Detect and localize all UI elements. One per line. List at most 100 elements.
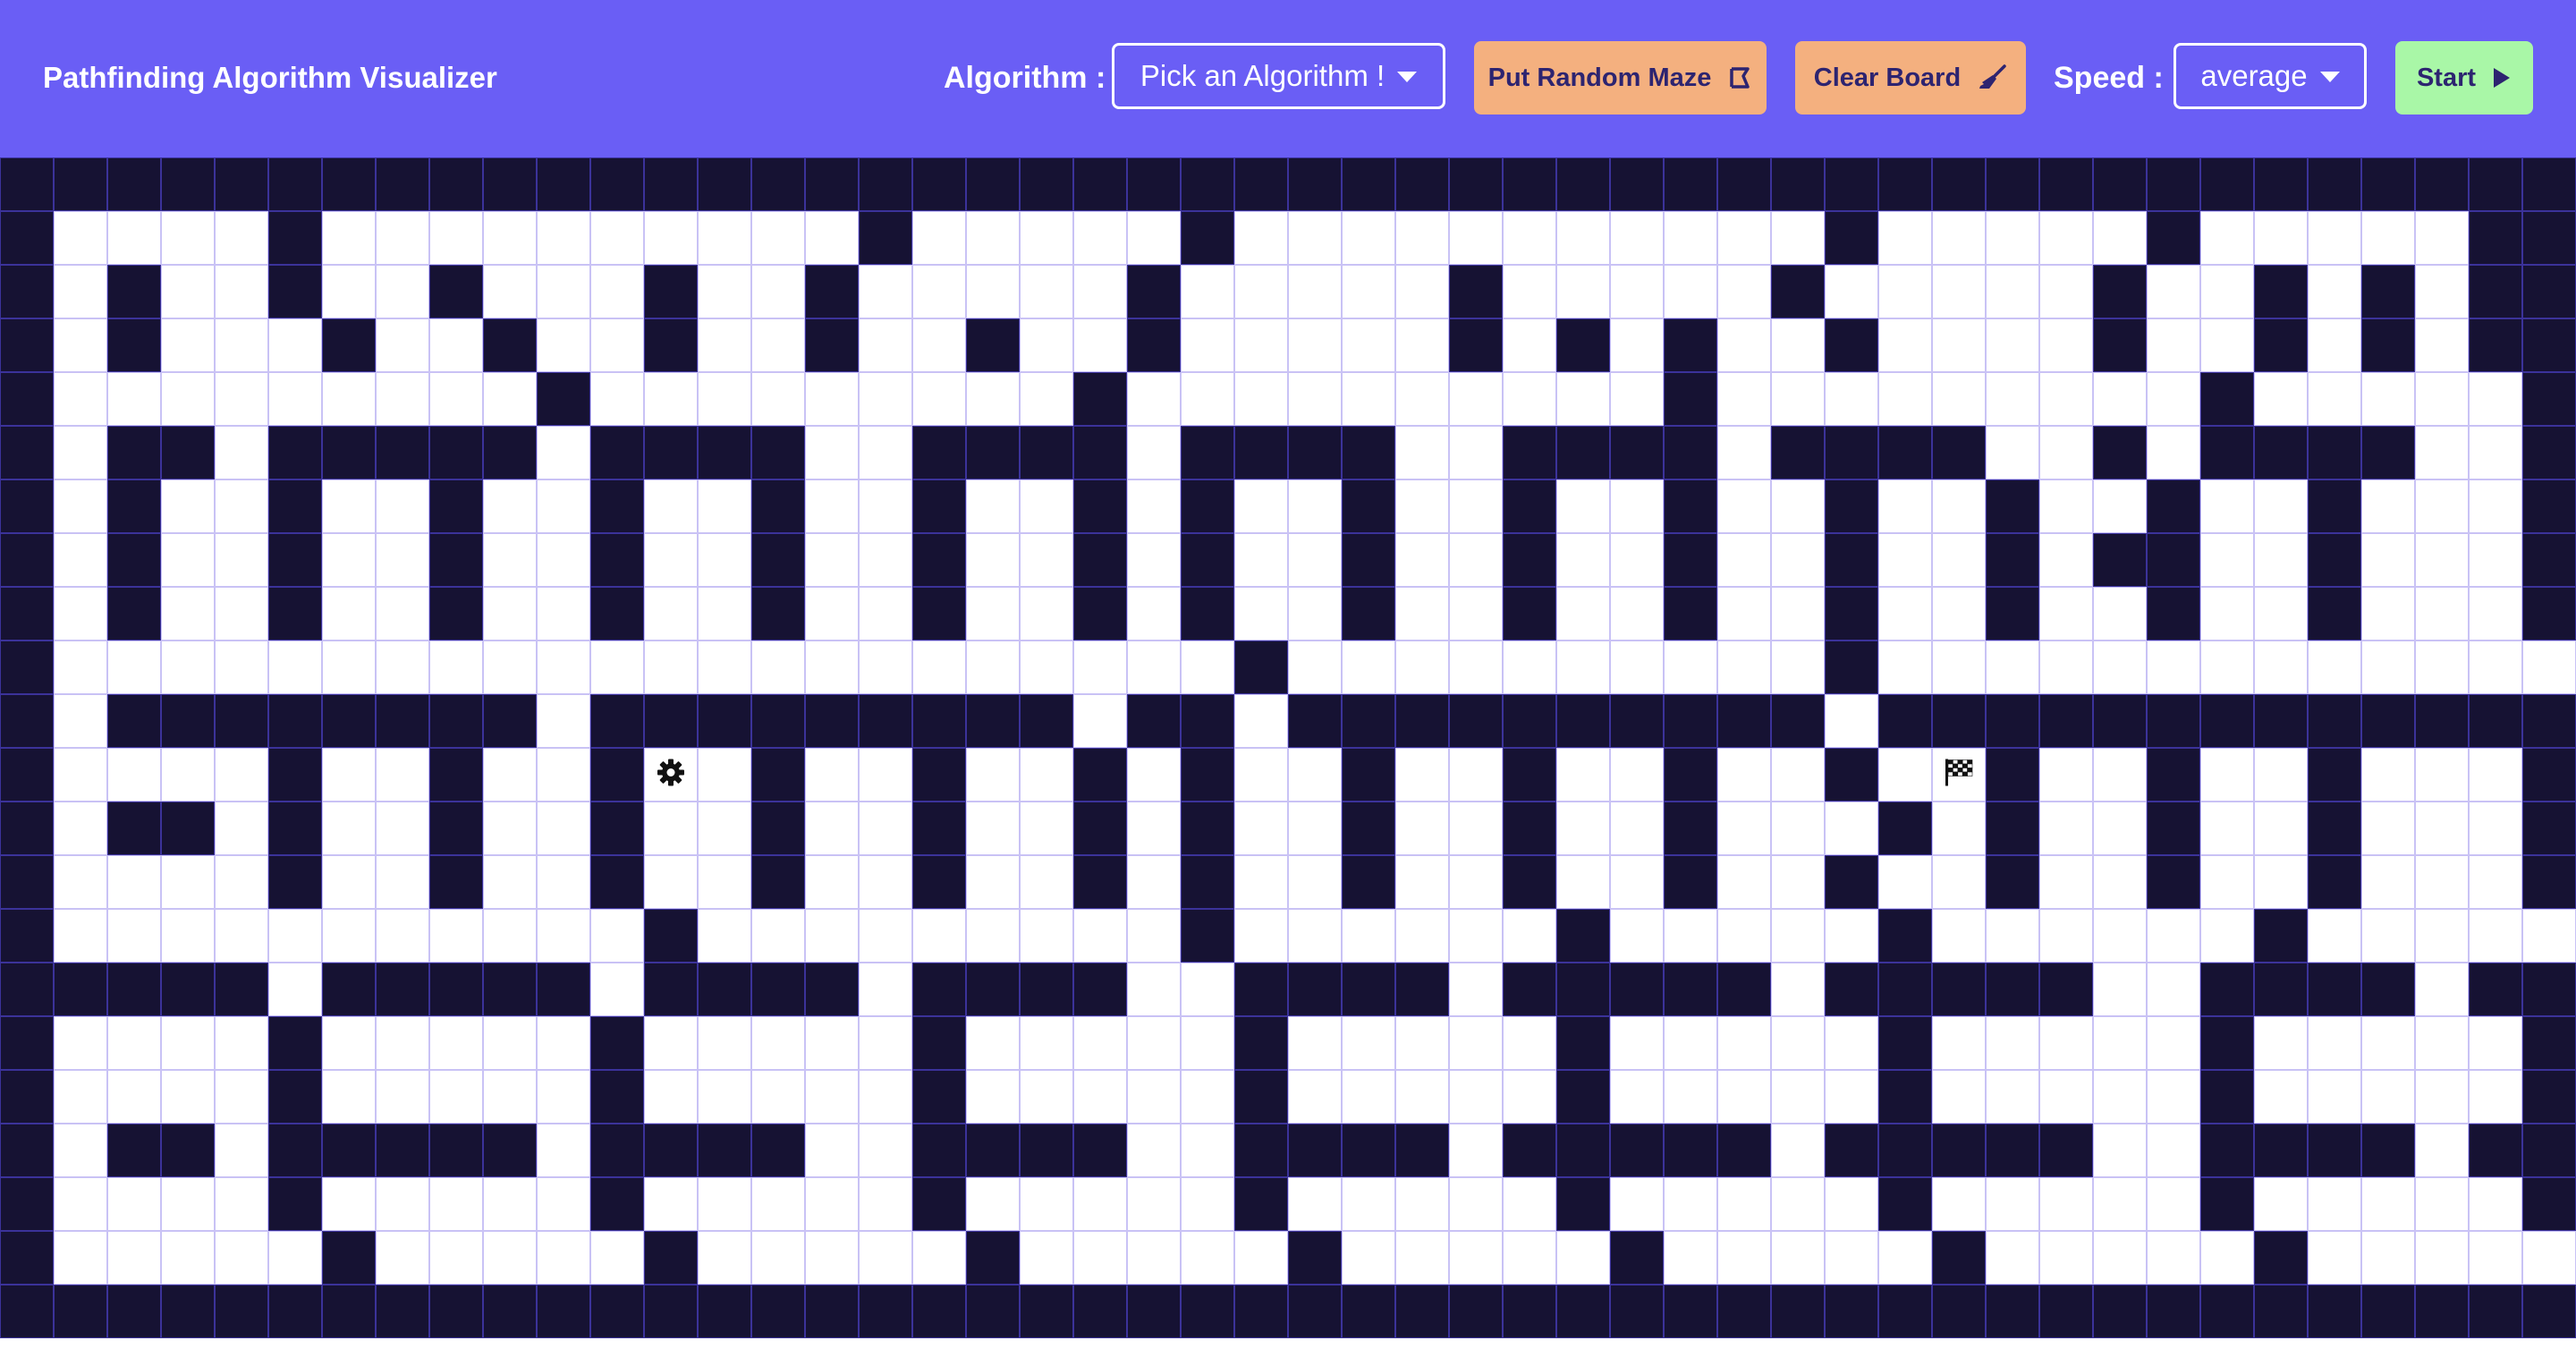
grid-cell[interactable] (537, 1016, 590, 1070)
wall-cell[interactable] (107, 1285, 161, 1338)
grid-cell[interactable] (805, 1070, 859, 1124)
wall-cell[interactable] (429, 533, 483, 587)
grid-cell[interactable] (1449, 963, 1503, 1016)
grid-cell[interactable] (429, 909, 483, 963)
wall-cell[interactable] (1986, 1285, 2039, 1338)
grid-cell[interactable] (215, 479, 268, 533)
wall-cell[interactable] (2522, 211, 2576, 265)
wall-cell[interactable] (1932, 426, 1986, 479)
grid-cell[interactable] (1020, 909, 1073, 963)
grid-cell[interactable] (2469, 533, 2522, 587)
grid-cell[interactable] (966, 909, 1020, 963)
wall-cell[interactable] (966, 963, 1020, 1016)
wall-cell[interactable] (1610, 694, 1664, 748)
wall-cell[interactable] (2522, 802, 2576, 855)
grid-cell[interactable] (644, 802, 698, 855)
grid-cell[interactable] (1717, 587, 1771, 641)
wall-cell[interactable] (1825, 533, 1878, 587)
wall-cell[interactable] (107, 587, 161, 641)
grid-cell[interactable] (1610, 802, 1664, 855)
wall-cell[interactable] (1127, 265, 1181, 318)
grid-cell[interactable] (161, 1070, 215, 1124)
wall-cell[interactable] (1342, 533, 1395, 587)
grid-cell[interactable] (1610, 587, 1664, 641)
wall-cell[interactable] (2200, 426, 2254, 479)
grid-cell[interactable] (751, 1177, 805, 1231)
grid-cell[interactable] (1556, 587, 1610, 641)
grid-cell[interactable] (1181, 1016, 1234, 1070)
grid-cell[interactable] (1610, 855, 1664, 909)
grid-cell[interactable] (1449, 211, 1503, 265)
grid-cell[interactable] (1395, 372, 1449, 426)
grid-cell[interactable] (2147, 641, 2200, 694)
wall-cell[interactable] (1556, 1124, 1610, 1177)
wall-cell[interactable] (2522, 1070, 2576, 1124)
wall-cell[interactable] (2522, 533, 2576, 587)
wall-cell[interactable] (1664, 372, 1717, 426)
wall-cell[interactable] (1181, 802, 1234, 855)
grid-cell[interactable] (429, 1231, 483, 1285)
wall-cell[interactable] (751, 157, 805, 211)
grid-cell[interactable] (376, 372, 429, 426)
grid-cell[interactable] (805, 426, 859, 479)
wall-cell[interactable] (590, 855, 644, 909)
wall-cell[interactable] (1932, 1285, 1986, 1338)
grid-cell[interactable] (215, 1124, 268, 1177)
grid-cell[interactable] (2415, 533, 2469, 587)
grid-cell[interactable] (1181, 963, 1234, 1016)
wall-cell[interactable] (107, 694, 161, 748)
wall-cell[interactable] (268, 748, 322, 802)
grid-cell[interactable] (1073, 211, 1127, 265)
grid-cell[interactable] (429, 1070, 483, 1124)
wall-cell[interactable] (590, 1177, 644, 1231)
grid-cell[interactable] (161, 855, 215, 909)
grid-cell[interactable] (1127, 426, 1181, 479)
wall-cell[interactable] (2308, 963, 2361, 1016)
grid-cell[interactable] (2415, 1231, 2469, 1285)
grid-cell[interactable] (1717, 1070, 1771, 1124)
wall-cell[interactable] (1664, 533, 1717, 587)
grid-cell[interactable] (2093, 1070, 2147, 1124)
grid-cell[interactable] (1234, 855, 1288, 909)
grid-cell[interactable] (1610, 641, 1664, 694)
grid-cell[interactable] (2254, 533, 2308, 587)
wall-cell[interactable] (2200, 1285, 2254, 1338)
grid-cell[interactable] (1181, 318, 1234, 372)
grid-cell[interactable] (1932, 318, 1986, 372)
wall-cell[interactable] (2200, 1124, 2254, 1177)
wall-cell[interactable] (1556, 909, 1610, 963)
grid-cell[interactable] (1986, 318, 2039, 372)
wall-cell[interactable] (1449, 265, 1503, 318)
wall-cell[interactable] (1664, 802, 1717, 855)
wall-cell[interactable] (215, 1285, 268, 1338)
grid-cell[interactable] (805, 909, 859, 963)
grid-cell[interactable] (322, 265, 376, 318)
grid-cell[interactable] (1771, 1231, 1825, 1285)
grid-cell[interactable] (2200, 641, 2254, 694)
wall-cell[interactable] (1073, 748, 1127, 802)
grid-cell[interactable] (376, 1070, 429, 1124)
grid-cell[interactable] (2200, 855, 2254, 909)
grid-cell[interactable] (2147, 372, 2200, 426)
grid-cell[interactable] (1395, 533, 1449, 587)
grid-cell[interactable] (1610, 318, 1664, 372)
grid-cell[interactable] (805, 479, 859, 533)
wall-cell[interactable] (1878, 426, 1932, 479)
wall-cell[interactable] (2147, 211, 2200, 265)
grid-cell[interactable] (537, 748, 590, 802)
wall-cell[interactable] (2254, 426, 2308, 479)
grid-cell[interactable] (107, 909, 161, 963)
algorithm-select[interactable]: Pick an Algorithm ! (1112, 43, 1445, 109)
random-maze-button[interactable]: Put Random Maze (1474, 41, 1767, 115)
wall-cell[interactable] (1503, 426, 1556, 479)
wall-cell[interactable] (1825, 318, 1878, 372)
grid-cell[interactable] (1449, 479, 1503, 533)
wall-cell[interactable] (1395, 1285, 1449, 1338)
grid-cell[interactable] (429, 1016, 483, 1070)
wall-cell[interactable] (2469, 265, 2522, 318)
grid-cell[interactable] (1825, 1231, 1878, 1285)
wall-cell[interactable] (2147, 587, 2200, 641)
grid-cell[interactable] (376, 587, 429, 641)
grid-cell[interactable] (1717, 855, 1771, 909)
grid-cell[interactable] (1288, 909, 1342, 963)
